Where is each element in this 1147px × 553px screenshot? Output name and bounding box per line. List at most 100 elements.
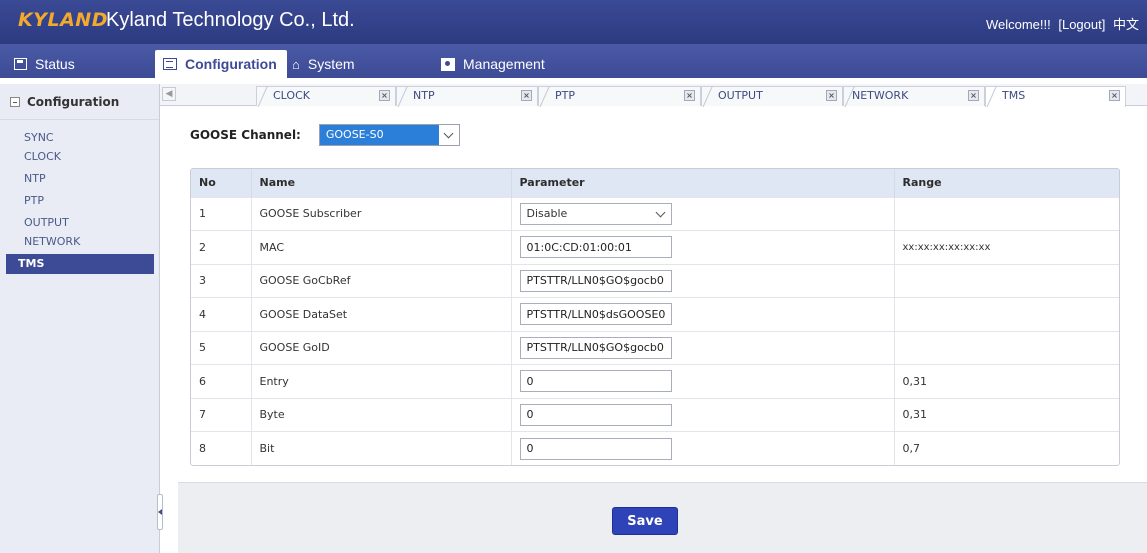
tab-tms-label: TMS: [1002, 89, 1026, 102]
dataset-input[interactable]: PTSTTR/LLN0$dsGOOSE0: [519, 303, 672, 326]
chevron-down-icon: [651, 212, 671, 216]
row-range: [894, 264, 1119, 298]
monitor-icon: [14, 58, 27, 70]
tab-output-label: OUTPUT: [718, 89, 763, 102]
table-row: 8 Bit 0 0,7: [191, 431, 1119, 465]
tab-network[interactable]: NETWORK ×: [843, 86, 985, 106]
tab-output[interactable]: OUTPUT ×: [701, 86, 843, 106]
tab-clock-label: CLOCK: [273, 89, 310, 102]
goid-input[interactable]: PTSTTR/LLN0$GO$gocb0: [519, 336, 672, 359]
goose-channel-value: GOOSE-S0: [319, 125, 439, 145]
row-range: 0,31: [902, 374, 928, 388]
welcome-area: Welcome!!! [Logout] 中文: [982, 14, 1139, 33]
mac-input[interactable]: 01:0C:CD:01:00:01: [519, 236, 672, 259]
row-range: xx:xx:xx:xx:xx:xx: [902, 241, 991, 253]
nav-system[interactable]: ⌂ System: [292, 50, 355, 78]
sidebar-item-ptp[interactable]: PTP: [6, 191, 154, 211]
config-grid-icon: [163, 58, 177, 70]
chevron-down-icon: [439, 125, 459, 145]
sidebar-list: SYNC CLOCK NTP PTP OUTPUT NETWORK TMS: [0, 120, 159, 274]
tab-ptp[interactable]: PTP ×: [538, 86, 701, 106]
row-name: Entry: [251, 364, 512, 398]
row-name: GOOSE GoID: [251, 331, 512, 365]
table-row: 1 GOOSE Subscriber Disable: [191, 197, 1119, 231]
nav-management-label: Management: [463, 56, 545, 72]
goose-subscriber-select[interactable]: Disable: [519, 202, 672, 225]
tab-clock[interactable]: CLOCK ×: [256, 86, 396, 106]
goose-channel-label: GOOSE Channel:: [190, 128, 301, 142]
save-button[interactable]: Save: [612, 507, 678, 535]
goose-subscriber-value: Disable: [526, 207, 568, 221]
logout-link[interactable]: [Logout]: [1058, 17, 1105, 32]
sidebar-item-tms[interactable]: TMS: [6, 254, 154, 274]
row-range: [894, 197, 1119, 231]
table-header-row: No Name Parameter Range: [191, 169, 1119, 197]
row-no: 7: [191, 398, 252, 432]
tab-close-icon[interactable]: ×: [968, 90, 979, 101]
column-header-range: Range: [902, 176, 942, 190]
company-name: Kyland Technology Co., Ltd.: [106, 9, 355, 31]
sidebar-title: Configuration: [27, 94, 120, 109]
footer-bar: Save: [178, 482, 1147, 553]
goose-channel-select[interactable]: GOOSE-S0: [318, 124, 460, 146]
sidebar-item-clock[interactable]: CLOCK: [6, 147, 154, 167]
tab-close-icon[interactable]: ×: [379, 90, 390, 101]
tab-bar: ◀ CLOCK × NTP × PTP × OUTPUT × NETWORK ×…: [160, 84, 1147, 107]
table-row: 6 Entry 0 0,31: [191, 364, 1119, 398]
row-range: [894, 331, 1119, 365]
gocbref-input[interactable]: PTSTTR/LLN0$GO$gocb0: [519, 269, 672, 292]
row-no: 5: [191, 331, 252, 365]
tab-close-icon[interactable]: ×: [1109, 90, 1120, 101]
tab-tms[interactable]: TMS ×: [985, 86, 1126, 107]
tab-ntp[interactable]: NTP ×: [396, 86, 538, 106]
nav-configuration[interactable]: Configuration: [155, 50, 287, 78]
row-range: [894, 298, 1119, 332]
sidebar: Configuration SYNC CLOCK NTP PTP OUTPUT …: [0, 84, 160, 553]
tab-ptp-label: PTP: [555, 89, 575, 102]
nav-status[interactable]: Status: [14, 50, 75, 78]
language-link[interactable]: 中文: [1113, 17, 1139, 32]
sidebar-item-ntp[interactable]: NTP: [6, 169, 154, 189]
row-name: Bit: [251, 431, 512, 465]
byte-input[interactable]: 0: [519, 403, 672, 426]
row-range: 0,7: [902, 442, 921, 455]
collapse-minus-icon[interactable]: [10, 96, 20, 107]
row-name: GOOSE DataSet: [251, 297, 512, 331]
main-nav: Status Configuration ⌂ System Management: [0, 44, 1147, 78]
kyland-logo: KYLAND: [18, 9, 108, 31]
tab-scroll-left-icon[interactable]: ◀: [162, 87, 176, 101]
user-icon: [441, 57, 455, 71]
nav-configuration-label: Configuration: [185, 56, 277, 72]
nav-system-label: System: [307, 56, 355, 72]
row-no: 3: [191, 264, 252, 298]
row-name: GOOSE GoCbRef: [251, 264, 512, 298]
tab-network-label: NETWORK: [852, 89, 909, 102]
row-name: Byte: [251, 398, 512, 432]
bit-input[interactable]: 0: [519, 437, 672, 460]
welcome-text: Welcome!!!: [985, 17, 1051, 32]
goose-channel-row: GOOSE Channel: GOOSE-S0: [190, 124, 460, 146]
sidebar-item-network[interactable]: NETWORK: [6, 232, 154, 252]
row-no: 6: [191, 364, 252, 398]
table-row: 3 GOOSE GoCbRef PTSTTR/LLN0$GO$gocb0: [191, 264, 1119, 298]
sidebar-collapse-handle[interactable]: [157, 494, 163, 530]
sidebar-item-output[interactable]: OUTPUT: [6, 213, 154, 233]
top-header: KYLAND Kyland Technology Co., Ltd. Welco…: [0, 0, 1147, 44]
row-range: 0,31: [902, 408, 928, 422]
table-row: 4 GOOSE DataSet PTSTTR/LLN0$dsGOOSE0: [191, 297, 1119, 332]
entry-input[interactable]: 0: [519, 370, 672, 393]
tab-close-icon[interactable]: ×: [826, 90, 837, 101]
tab-ntp-label: NTP: [413, 89, 435, 102]
sidebar-header[interactable]: Configuration: [0, 84, 159, 120]
row-name: MAC: [251, 230, 512, 264]
nav-management[interactable]: Management: [441, 50, 545, 78]
column-header-parameter: Parameter: [511, 169, 895, 197]
sidebar-item-sync[interactable]: SYNC: [6, 128, 154, 148]
table-row: 5 GOOSE GoID PTSTTR/LLN0$GO$gocb0: [191, 331, 1119, 365]
row-name: GOOSE Subscriber: [251, 197, 512, 231]
tab-close-icon[interactable]: ×: [684, 90, 695, 101]
tab-close-icon[interactable]: ×: [521, 90, 532, 101]
row-no: 8: [191, 431, 252, 465]
table-row: 2 MAC 01:0C:CD:01:00:01 xx:xx:xx:xx:xx:x…: [191, 230, 1119, 264]
row-no: 1: [191, 197, 252, 231]
